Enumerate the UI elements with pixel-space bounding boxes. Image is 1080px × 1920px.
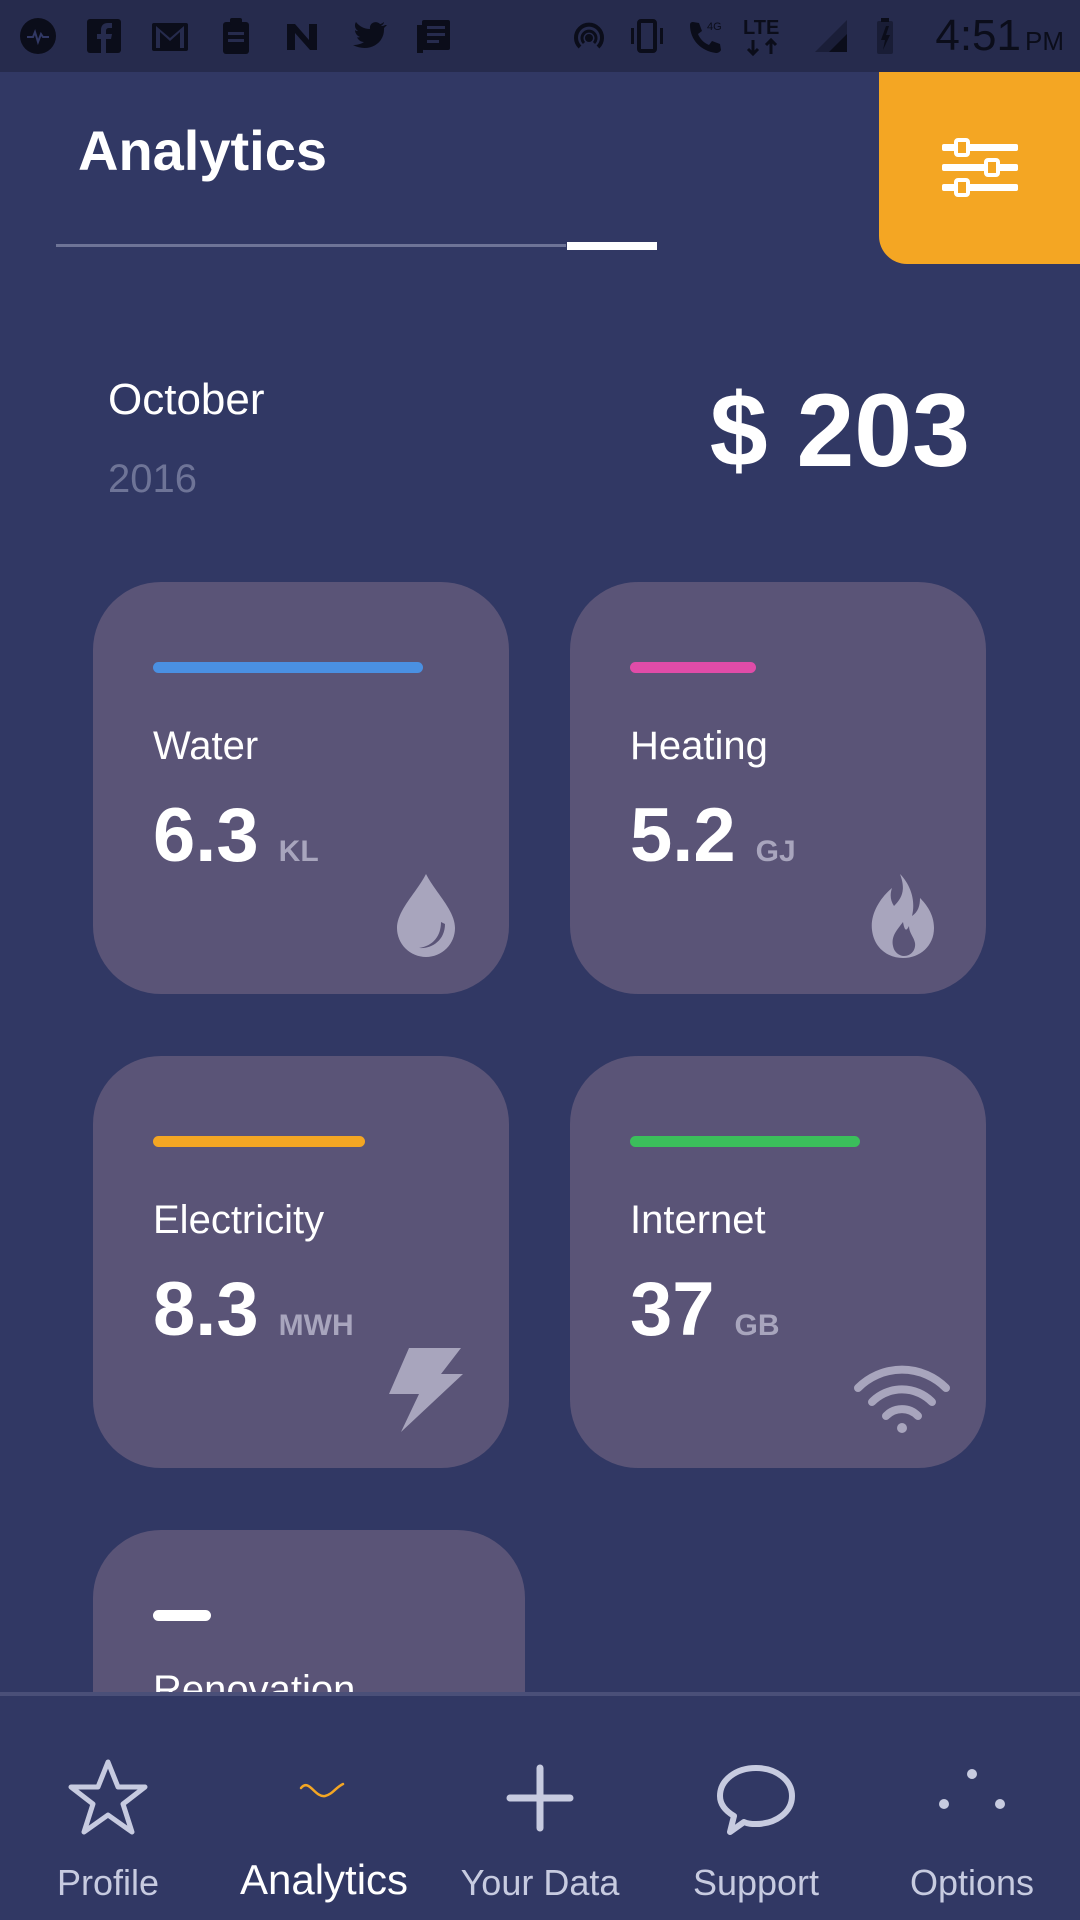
nav-analytics[interactable]: Analytics: [216, 1696, 432, 1920]
flame-icon: [864, 870, 942, 960]
heating-label: Heating: [630, 724, 768, 768]
water-value: 6.3: [153, 793, 259, 878]
vibrate-icon: [625, 14, 669, 58]
lte-icon: LTE: [741, 14, 795, 58]
n-icon: [280, 14, 324, 58]
status-bar: 4G LTE 4:51 PM: [0, 0, 1080, 72]
wave-icon: [279, 1754, 369, 1844]
internet-label: Internet: [630, 1198, 766, 1242]
filter-button[interactable]: [879, 72, 1080, 264]
heating-value-row: 5.2 GJ: [630, 792, 796, 879]
app-icon: [16, 14, 60, 58]
wifi-icon: [854, 1344, 950, 1434]
lightning-icon: [387, 1344, 465, 1434]
nav-support[interactable]: Support: [648, 1696, 864, 1920]
period-year: 2016: [108, 457, 197, 501]
title-underline: [56, 244, 566, 247]
bottom-nav: Profile Analytics Your Data Support Opti…: [0, 1692, 1080, 1920]
water-drop-icon: [387, 870, 465, 960]
title-underline-indicator: [567, 242, 657, 250]
nav-analytics-label: Analytics: [239, 1856, 409, 1903]
heating-unit: GJ: [755, 835, 796, 868]
gmail-icon: [148, 14, 192, 58]
facebook-icon: [82, 14, 126, 58]
electricity-value-row: 8.3 MWH: [153, 1266, 354, 1353]
nav-support-label: Support: [692, 1862, 820, 1903]
clipboard-icon: [214, 14, 258, 58]
twitter-icon: [346, 14, 390, 58]
renovation-bar: [153, 1610, 211, 1621]
star-icon: [63, 1754, 153, 1844]
heating-bar: [630, 662, 756, 673]
plus-icon: [495, 1754, 585, 1844]
svg-text:LTE: LTE: [743, 17, 779, 39]
internet-unit: GB: [734, 1309, 780, 1342]
hotspot-icon: [567, 14, 611, 58]
water-unit: KL: [278, 835, 319, 868]
period-total: $ 203: [709, 373, 970, 489]
heating-value: 5.2: [630, 793, 736, 878]
page-title: Analytics: [78, 119, 327, 182]
nav-profile-label: Profile: [56, 1862, 160, 1903]
period-month: October: [108, 375, 265, 424]
signal-icon: [809, 14, 853, 58]
internet-bar: [630, 1136, 860, 1147]
wifi-call-icon: 4G: [683, 14, 727, 58]
electricity-label: Electricity: [153, 1198, 325, 1242]
nav-options[interactable]: Options: [864, 1696, 1080, 1920]
sliders-icon: [941, 138, 1018, 197]
electricity-value: 8.3: [153, 1267, 259, 1352]
dots-icon: [927, 1754, 1017, 1844]
electricity-bar: [153, 1136, 365, 1147]
water-card[interactable]: Water 6.3 KL: [93, 582, 509, 994]
heating-card[interactable]: Heating 5.2 GJ: [570, 582, 986, 994]
electricity-unit: MWH: [278, 1309, 354, 1342]
nav-your-data[interactable]: Your Data: [432, 1696, 648, 1920]
internet-card[interactable]: Internet 37 GB: [570, 1056, 986, 1468]
status-icons-left: [16, 14, 567, 58]
nav-profile[interactable]: Profile: [0, 1696, 216, 1920]
internet-value-row: 37 GB: [630, 1266, 780, 1353]
electricity-card[interactable]: Electricity 8.3 MWH: [93, 1056, 509, 1468]
battery-icon: [867, 14, 911, 58]
chat-bubble-icon: [711, 1754, 801, 1844]
nav-your-data-label: Your Data: [460, 1862, 620, 1903]
internet-value: 37: [630, 1267, 715, 1352]
status-time: 4:51 PM: [935, 11, 1064, 60]
water-bar: [153, 662, 423, 673]
nav-options-label: Options: [909, 1862, 1035, 1903]
water-label: Water: [153, 724, 259, 768]
svg-text:4G: 4G: [707, 21, 722, 33]
status-icons-right: 4G LTE 4:51 PM: [567, 11, 1064, 61]
water-value-row: 6.3 KL: [153, 792, 319, 879]
news-icon: [412, 14, 456, 58]
